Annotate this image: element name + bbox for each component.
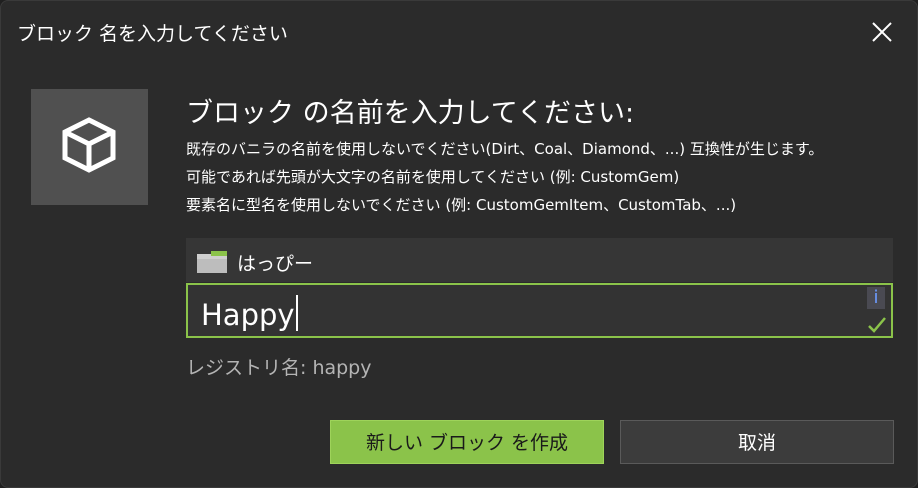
checkmark-icon (868, 317, 886, 333)
info-icon[interactable]: i (867, 287, 885, 309)
close-button[interactable] (865, 15, 899, 49)
block-preview (31, 89, 148, 205)
title-bar: ブロック 名を入力してください (1, 1, 917, 63)
block-name-value[interactable]: Happy (201, 295, 298, 332)
create-block-button[interactable]: 新しい ブロック を作成 (330, 420, 604, 464)
block-name-input[interactable]: Happy i (186, 283, 893, 338)
folder-label: はっぴー (237, 253, 314, 275)
dialog-heading: ブロック の名前を入力してください: (186, 98, 635, 129)
description-line: 要素名に型名を使用しないでください (例: CustomGemItem、Cust… (186, 196, 737, 214)
description-line: 可能であれば先頭が大文字の名前を使用してください (例: CustomGem) (186, 168, 680, 186)
text-caret (295, 295, 298, 331)
folder-selector[interactable]: はっぴー (186, 238, 893, 282)
cancel-button[interactable]: 取消 (620, 420, 894, 464)
registry-name: レジストリ名: happy (186, 357, 372, 379)
close-icon (872, 22, 892, 42)
dialog-window: ブロック 名を入力してください ブロック の名前を入力してください: 既存のバニ… (0, 0, 918, 488)
window-title: ブロック 名を入力してください (17, 23, 288, 45)
cube-icon (62, 117, 116, 173)
folder-icon (197, 251, 227, 277)
description-line: 既存のバニラの名前を使用しないでください(Dirt、Coal、Diamond、.… (186, 140, 824, 158)
